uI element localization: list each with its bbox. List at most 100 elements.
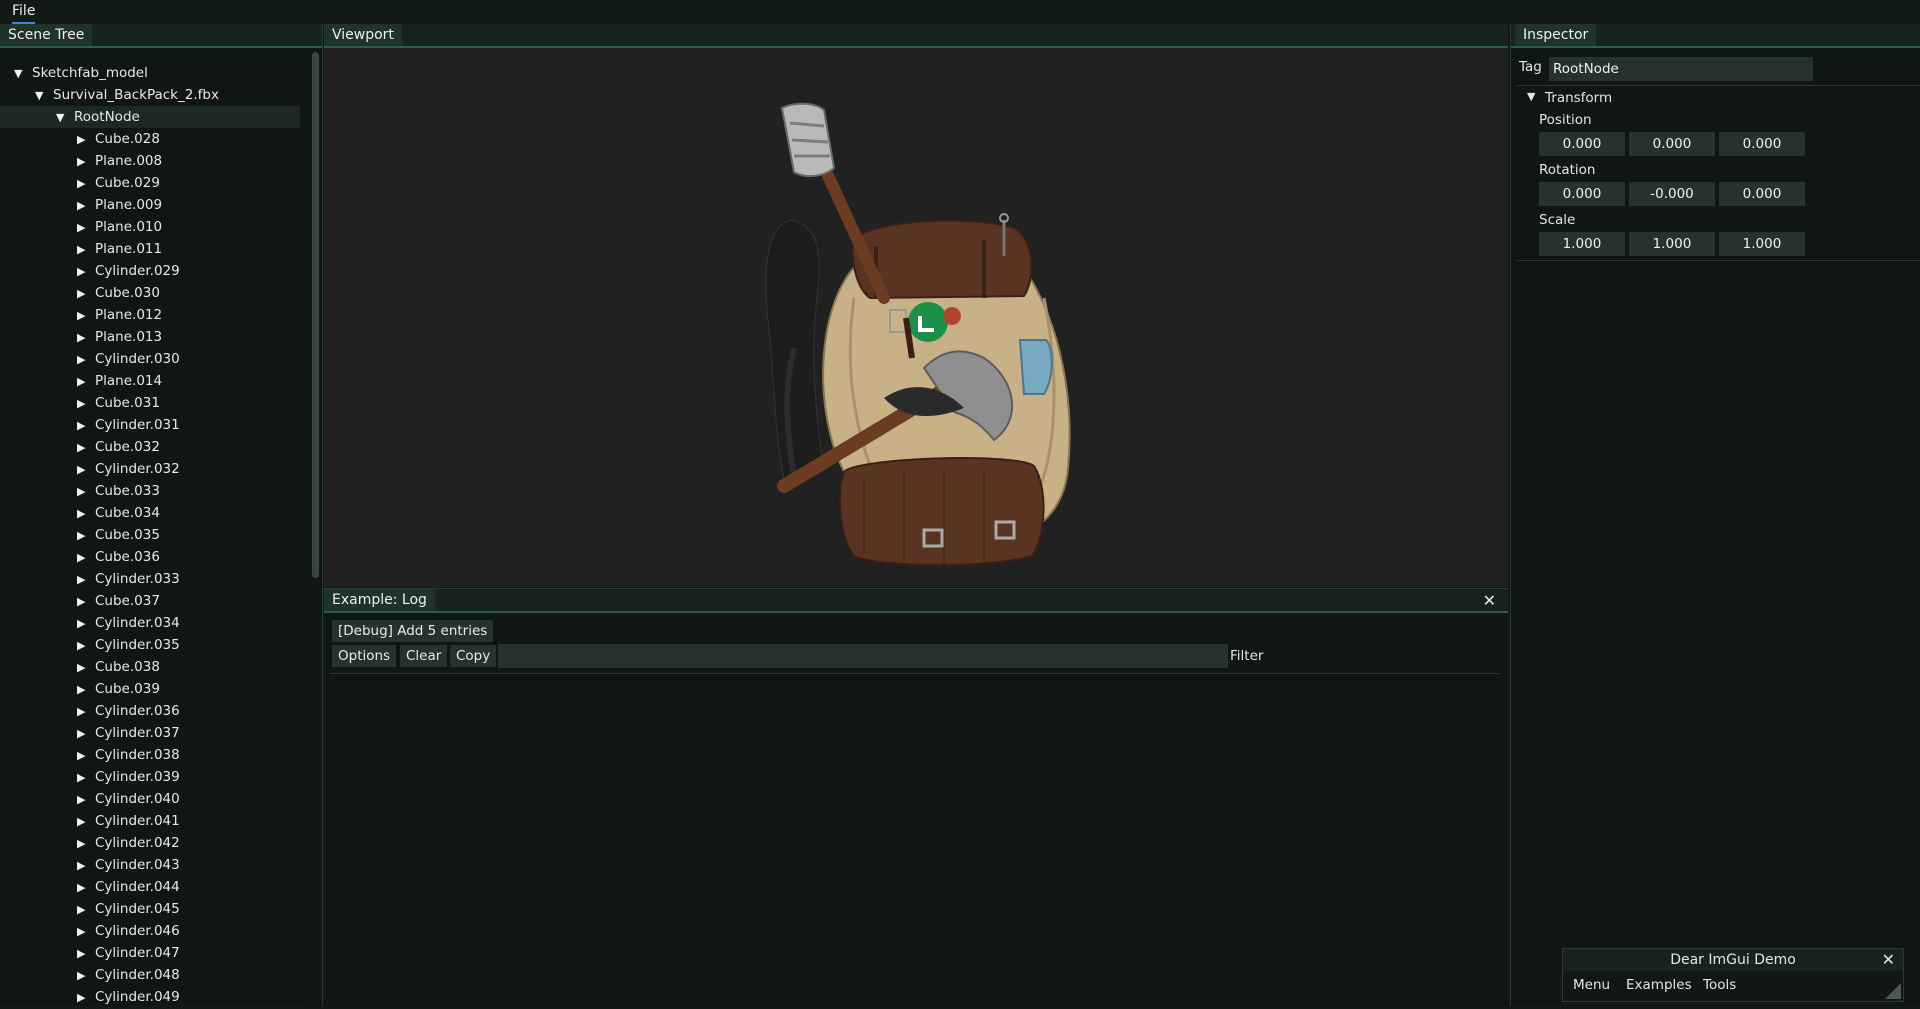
collapsed-arrow-icon[interactable]: ▶ [77,151,95,173]
tree-item[interactable]: ▶ Cylinder.030 [0,348,300,370]
resize-grip-icon[interactable] [1885,983,1901,999]
collapsed-arrow-icon[interactable]: ▶ [77,921,95,943]
tab-scene-tree[interactable]: Scene Tree [0,24,93,46]
tag-input[interactable]: RootNode [1549,57,1813,81]
collapsed-arrow-icon[interactable]: ▶ [77,459,95,481]
rotation-x-field[interactable]: 0.000 [1539,182,1625,206]
collapsed-arrow-icon[interactable]: ▶ [77,679,95,701]
tree-item[interactable]: ▶ Cylinder.033 [0,568,300,590]
collapsed-arrow-icon[interactable]: ▶ [77,789,95,811]
imgui-menu-tools[interactable]: Tools [1703,977,1736,993]
tab-viewport[interactable]: Viewport [324,24,402,46]
tree-item[interactable]: ▶ Cylinder.044 [0,876,300,898]
collapsed-arrow-icon[interactable]: ▶ [77,305,95,327]
tree-item[interactable]: ▶ Cylinder.043 [0,854,300,876]
tree-item[interactable]: ▶ Cylinder.032 [0,458,300,480]
transform-header[interactable]: Transform [1545,90,1612,106]
collapsed-arrow-icon[interactable]: ▶ [77,745,95,767]
collapsed-arrow-icon[interactable]: ▶ [77,239,95,261]
tree-item[interactable]: ▶ Plane.013 [0,326,300,348]
collapsed-arrow-icon[interactable]: ▶ [77,591,95,613]
imgui-menu-menu[interactable]: Menu [1573,977,1610,993]
collapsed-arrow-icon[interactable]: ▶ [77,371,95,393]
collapsed-arrow-icon[interactable]: ▶ [77,877,95,899]
tree-item[interactable]: ▶ Cube.029 [0,172,300,194]
collapsed-arrow-icon[interactable]: ▶ [77,393,95,415]
backpack-model-render[interactable] [324,48,1508,587]
collapsed-arrow-icon[interactable]: ▶ [77,613,95,635]
tree-item[interactable]: ▶ Cylinder.029 [0,260,300,282]
collapsed-arrow-icon[interactable]: ▶ [77,635,95,657]
collapsed-arrow-icon[interactable]: ▶ [77,503,95,525]
tree-item[interactable]: ▼ RootNode [0,106,300,128]
viewport-panel[interactable]: Viewport [324,24,1508,587]
tree-item[interactable]: ▶ Cylinder.047 [0,942,300,964]
position-z-field[interactable]: 0.000 [1719,132,1805,156]
collapsed-arrow-icon[interactable]: ▶ [77,129,95,151]
tree-item[interactable]: ▶ Cube.028 [0,128,300,150]
collapsed-arrow-icon[interactable]: ▶ [77,811,95,833]
scale-x-field[interactable]: 1.000 [1539,232,1625,256]
position-y-field[interactable]: 0.000 [1629,132,1715,156]
log-close-icon[interactable]: ✕ [1483,591,1496,610]
tab-example-log[interactable]: Example: Log [324,589,435,611]
tree-item[interactable]: ▶ Cylinder.042 [0,832,300,854]
collapsed-arrow-icon[interactable]: ▶ [77,657,95,679]
tree-item[interactable]: ▶ Cylinder.035 [0,634,300,656]
scene-tree-scrollbar-thumb[interactable] [312,52,319,578]
tree-item[interactable]: ▶ Plane.014 [0,370,300,392]
tree-item[interactable]: ▶ Cylinder.045 [0,898,300,920]
scale-y-field[interactable]: 1.000 [1629,232,1715,256]
collapsed-arrow-icon[interactable]: ▶ [77,195,95,217]
tree-item[interactable]: ▶ Cube.036 [0,546,300,568]
tree-item[interactable]: ▶ Cylinder.037 [0,722,300,744]
tree-item[interactable]: ▶ Cube.030 [0,282,300,304]
tree-item[interactable]: ▶ Cylinder.048 [0,964,300,986]
collapsed-arrow-icon[interactable]: ▶ [77,899,95,921]
collapsed-arrow-icon[interactable]: ▶ [77,437,95,459]
position-x-field[interactable]: 0.000 [1539,132,1625,156]
collapsed-arrow-icon[interactable]: ▶ [77,547,95,569]
collapsed-arrow-icon[interactable]: ▶ [77,349,95,371]
copy-button[interactable]: Copy [450,645,497,667]
tree-item[interactable]: ▶ Plane.011 [0,238,300,260]
tree-item[interactable]: ▶ Plane.012 [0,304,300,326]
tree-item[interactable]: ▶ Plane.009 [0,194,300,216]
tree-item[interactable]: ▶ Cube.032 [0,436,300,458]
tree-item[interactable]: ▶ Cylinder.046 [0,920,300,942]
collapsed-arrow-icon[interactable]: ▶ [77,261,95,283]
clear-button[interactable]: Clear [400,645,448,667]
collapsed-arrow-icon[interactable]: ▶ [77,723,95,745]
scale-z-field[interactable]: 1.000 [1719,232,1805,256]
collapsed-arrow-icon[interactable]: ▶ [77,943,95,965]
expanded-arrow-icon[interactable]: ▼ [35,85,53,107]
tree-item[interactable]: ▶ Cube.034 [0,502,300,524]
expanded-arrow-icon[interactable]: ▼ [14,63,32,85]
collapsed-arrow-icon[interactable]: ▶ [77,569,95,591]
filter-input[interactable] [498,644,1228,668]
rotation-y-field[interactable]: -0.000 [1629,182,1715,206]
transform-collapse-icon[interactable]: ▼ [1527,90,1535,103]
tree-item[interactable]: ▶ Cube.037 [0,590,300,612]
collapsed-arrow-icon[interactable]: ▶ [77,701,95,723]
collapsed-arrow-icon[interactable]: ▶ [77,415,95,437]
debug-add-entries-button[interactable]: [Debug] Add 5 entries [332,620,494,642]
tree-item[interactable]: ▶ Cylinder.038 [0,744,300,766]
tree-item[interactable]: ▶ Cube.035 [0,524,300,546]
collapsed-arrow-icon[interactable]: ▶ [77,173,95,195]
tree-item[interactable]: ▶ Cylinder.040 [0,788,300,810]
tree-item[interactable]: ▶ Cube.038 [0,656,300,678]
collapsed-arrow-icon[interactable]: ▶ [77,833,95,855]
options-button[interactable]: Options [332,645,397,667]
menu-file[interactable]: File [12,3,36,24]
tree-item[interactable]: ▶ Cube.039 [0,678,300,700]
tree-item[interactable]: ▼ Sketchfab_model [0,62,300,84]
rotation-z-field[interactable]: 0.000 [1719,182,1805,206]
tree-item[interactable]: ▶ Cylinder.031 [0,414,300,436]
collapsed-arrow-icon[interactable]: ▶ [77,217,95,239]
collapsed-arrow-icon[interactable]: ▶ [77,283,95,305]
tree-item[interactable]: ▼ Survival_BackPack_2.fbx [0,84,300,106]
imgui-demo-titlebar[interactable]: Dear ImGui Demo [1563,949,1903,971]
tree-item[interactable]: ▶ Cube.031 [0,392,300,414]
tree-item[interactable]: ▶ Cube.033 [0,480,300,502]
